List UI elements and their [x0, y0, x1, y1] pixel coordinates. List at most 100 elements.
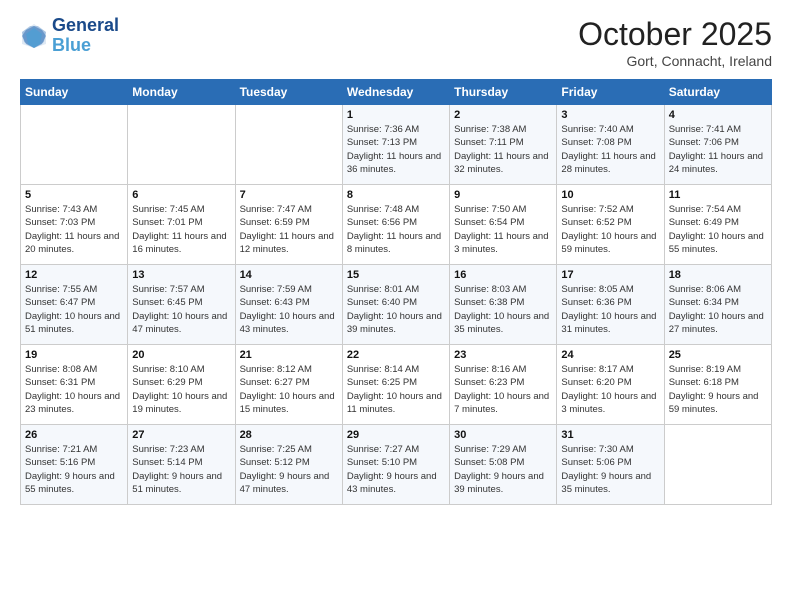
- day-cell: 15Sunrise: 8:01 AM Sunset: 6:40 PM Dayli…: [342, 265, 449, 345]
- day-number: 6: [132, 189, 230, 201]
- day-cell: 23Sunrise: 8:16 AM Sunset: 6:23 PM Dayli…: [450, 345, 557, 425]
- day-number: 20: [132, 349, 230, 361]
- header-monday: Monday: [128, 80, 235, 105]
- day-cell: 3Sunrise: 7:40 AM Sunset: 7:08 PM Daylig…: [557, 105, 664, 185]
- day-info: Sunrise: 8:10 AM Sunset: 6:29 PM Dayligh…: [132, 363, 230, 416]
- day-number: 19: [25, 349, 123, 361]
- day-cell: 29Sunrise: 7:27 AM Sunset: 5:10 PM Dayli…: [342, 425, 449, 505]
- day-info: Sunrise: 7:57 AM Sunset: 6:45 PM Dayligh…: [132, 283, 230, 336]
- day-cell: 26Sunrise: 7:21 AM Sunset: 5:16 PM Dayli…: [21, 425, 128, 505]
- day-info: Sunrise: 7:45 AM Sunset: 7:01 PM Dayligh…: [132, 203, 230, 256]
- day-cell: 13Sunrise: 7:57 AM Sunset: 6:45 PM Dayli…: [128, 265, 235, 345]
- day-number: 9: [454, 189, 552, 201]
- day-cell: 28 Sunrise: 7:25 AM Sunset: 5:12 PM Dayli…: [235, 425, 342, 505]
- week-row-3: 19 Sunrise: 8:08 AM Sunset: 6:31 PM Dayli…: [21, 345, 772, 425]
- day-cell: 9Sunrise: 7:50 AM Sunset: 6:54 PM Daylig…: [450, 185, 557, 265]
- day-number: 25: [669, 349, 767, 361]
- header-sunday: Sunday: [21, 80, 128, 105]
- day-number: 10: [561, 189, 659, 201]
- day-cell: 10 Sunrise: 7:52 AM Sunset: 6:52 PM Dayli…: [557, 185, 664, 265]
- month-title: October 2025: [578, 16, 772, 53]
- day-info: Sunrise: 7:55 AM Sunset: 6:47 PM Dayligh…: [25, 283, 123, 336]
- day-cell: 5Sunrise: 7:43 AM Sunset: 7:03 PM Daylig…: [21, 185, 128, 265]
- day-info: Sunrise: 7:23 AM Sunset: 5:14 PM Dayligh…: [132, 443, 230, 496]
- day-info: Sunrise: 7:52 AM Sunset: 6:52 PM Dayligh…: [561, 203, 659, 256]
- day-cell: 12 Sunrise: 7:55 AM Sunset: 6:47 PM Dayli…: [21, 265, 128, 345]
- week-row-0: 1 Sunrise: 7:36 AM Sunset: 7:13 PM Daylig…: [21, 105, 772, 185]
- day-info: Sunrise: 7:41 AM Sunset: 7:06 PM Dayligh…: [669, 123, 767, 176]
- day-cell: 6 Sunrise: 7:45 AM Sunset: 7:01 PM Daylig…: [128, 185, 235, 265]
- day-info: Sunrise: 7:43 AM Sunset: 7:03 PM Dayligh…: [25, 203, 123, 256]
- calendar-table: Sunday Monday Tuesday Wednesday Thursday…: [20, 79, 772, 505]
- location: Gort, Connacht, Ireland: [578, 53, 772, 69]
- day-number: 28: [240, 429, 338, 441]
- day-number: 12: [25, 269, 123, 281]
- day-number: 24: [561, 349, 659, 361]
- day-number: 23: [454, 349, 552, 361]
- day-info: Sunrise: 7:27 AM Sunset: 5:10 PM Dayligh…: [347, 443, 445, 496]
- day-number: 2: [454, 109, 552, 121]
- day-cell: 30 Sunrise: 7:29 AM Sunset: 5:08 PM Dayli…: [450, 425, 557, 505]
- day-number: 3: [561, 109, 659, 121]
- day-cell: 1 Sunrise: 7:36 AM Sunset: 7:13 PM Daylig…: [342, 105, 449, 185]
- day-cell: 18 Sunrise: 8:06 AM Sunset: 6:34 PM Dayli…: [664, 265, 771, 345]
- day-cell: 21Sunrise: 8:12 AM Sunset: 6:27 PM Dayli…: [235, 345, 342, 425]
- day-cell: 24 Sunrise: 8:17 AM Sunset: 6:20 PM Dayli…: [557, 345, 664, 425]
- page: General Blue October 2025 Gort, Connacht…: [0, 0, 792, 515]
- day-cell: 7 Sunrise: 7:47 AM Sunset: 6:59 PM Daylig…: [235, 185, 342, 265]
- day-number: 30: [454, 429, 552, 441]
- day-info: Sunrise: 8:06 AM Sunset: 6:34 PM Dayligh…: [669, 283, 767, 336]
- day-number: 1: [347, 109, 445, 121]
- day-info: Sunrise: 7:36 AM Sunset: 7:13 PM Dayligh…: [347, 123, 445, 176]
- day-info: Sunrise: 7:47 AM Sunset: 6:59 PM Dayligh…: [240, 203, 338, 256]
- day-number: 27: [132, 429, 230, 441]
- day-number: 7: [240, 189, 338, 201]
- day-cell: 31 Sunrise: 7:30 AM Sunset: 5:06 PM Dayli…: [557, 425, 664, 505]
- day-info: Sunrise: 7:30 AM Sunset: 5:06 PM Dayligh…: [561, 443, 659, 496]
- logo-icon: [20, 22, 48, 50]
- day-cell: 14Sunrise: 7:59 AM Sunset: 6:43 PM Dayli…: [235, 265, 342, 345]
- week-row-4: 26Sunrise: 7:21 AM Sunset: 5:16 PM Dayli…: [21, 425, 772, 505]
- day-cell: 4 Sunrise: 7:41 AM Sunset: 7:06 PM Daylig…: [664, 105, 771, 185]
- day-number: 17: [561, 269, 659, 281]
- day-info: Sunrise: 7:59 AM Sunset: 6:43 PM Dayligh…: [240, 283, 338, 336]
- day-cell: [21, 105, 128, 185]
- day-info: Sunrise: 8:08 AM Sunset: 6:31 PM Dayligh…: [25, 363, 123, 416]
- day-cell: 11 Sunrise: 7:54 AM Sunset: 6:49 PM Dayli…: [664, 185, 771, 265]
- header-thursday: Thursday: [450, 80, 557, 105]
- day-cell: 19 Sunrise: 8:08 AM Sunset: 6:31 PM Dayli…: [21, 345, 128, 425]
- day-info: Sunrise: 7:54 AM Sunset: 6:49 PM Dayligh…: [669, 203, 767, 256]
- day-info: Sunrise: 8:17 AM Sunset: 6:20 PM Dayligh…: [561, 363, 659, 416]
- day-info: Sunrise: 8:05 AM Sunset: 6:36 PM Dayligh…: [561, 283, 659, 336]
- header-row: Sunday Monday Tuesday Wednesday Thursday…: [21, 80, 772, 105]
- day-cell: [128, 105, 235, 185]
- day-number: 11: [669, 189, 767, 201]
- title-area: October 2025 Gort, Connacht, Ireland: [578, 16, 772, 69]
- day-info: Sunrise: 8:01 AM Sunset: 6:40 PM Dayligh…: [347, 283, 445, 336]
- day-info: Sunrise: 7:21 AM Sunset: 5:16 PM Dayligh…: [25, 443, 123, 496]
- day-number: 21: [240, 349, 338, 361]
- day-number: 31: [561, 429, 659, 441]
- day-info: Sunrise: 7:38 AM Sunset: 7:11 PM Dayligh…: [454, 123, 552, 176]
- day-cell: 17 Sunrise: 8:05 AM Sunset: 6:36 PM Dayli…: [557, 265, 664, 345]
- day-cell: 27 Sunrise: 7:23 AM Sunset: 5:14 PM Dayli…: [128, 425, 235, 505]
- header-tuesday: Tuesday: [235, 80, 342, 105]
- day-cell: 25Sunrise: 8:19 AM Sunset: 6:18 PM Dayli…: [664, 345, 771, 425]
- day-cell: 2 Sunrise: 7:38 AM Sunset: 7:11 PM Daylig…: [450, 105, 557, 185]
- logo: General Blue: [20, 16, 119, 56]
- header-friday: Friday: [557, 80, 664, 105]
- day-cell: 8 Sunrise: 7:48 AM Sunset: 6:56 PM Daylig…: [342, 185, 449, 265]
- day-number: 4: [669, 109, 767, 121]
- day-number: 16: [454, 269, 552, 281]
- day-cell: 22Sunrise: 8:14 AM Sunset: 6:25 PM Dayli…: [342, 345, 449, 425]
- day-info: Sunrise: 8:14 AM Sunset: 6:25 PM Dayligh…: [347, 363, 445, 416]
- header-wednesday: Wednesday: [342, 80, 449, 105]
- day-number: 8: [347, 189, 445, 201]
- day-number: 18: [669, 269, 767, 281]
- logo-text: General Blue: [52, 16, 119, 56]
- day-info: Sunrise: 7:29 AM Sunset: 5:08 PM Dayligh…: [454, 443, 552, 496]
- day-info: Sunrise: 7:25 AM Sunset: 5:12 PM Dayligh…: [240, 443, 338, 496]
- week-row-2: 12 Sunrise: 7:55 AM Sunset: 6:47 PM Dayli…: [21, 265, 772, 345]
- day-info: Sunrise: 7:48 AM Sunset: 6:56 PM Dayligh…: [347, 203, 445, 256]
- day-cell: 20 Sunrise: 8:10 AM Sunset: 6:29 PM Dayli…: [128, 345, 235, 425]
